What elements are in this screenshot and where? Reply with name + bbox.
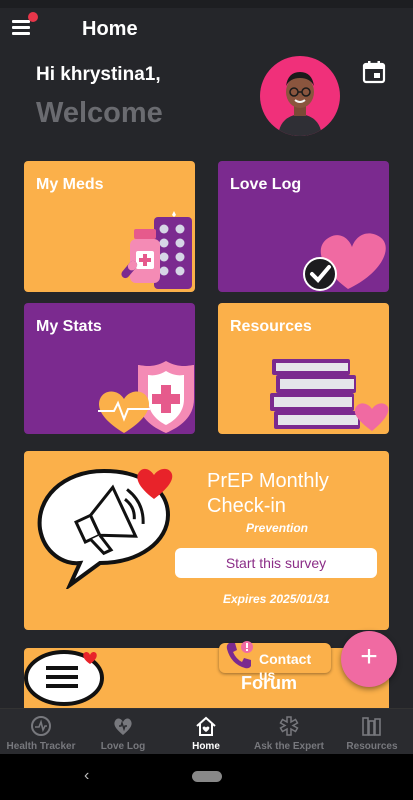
megaphone-icon	[37, 468, 173, 589]
contact-us-button[interactable]: Contact us	[219, 641, 331, 683]
nav-love-log-label: Love Log	[100, 741, 146, 752]
love-log-heart-icon	[114, 718, 132, 735]
plus-icon: +	[360, 640, 378, 673]
nav-home[interactable]: Home	[165, 709, 247, 755]
nav-love-log[interactable]: Love Log	[82, 709, 164, 755]
greeting-text: Hi khrystina1,	[36, 64, 161, 85]
nav-health-tracker[interactable]: Health Tracker	[0, 709, 82, 755]
notification-dot	[28, 12, 38, 22]
hamburger-menu-icon[interactable]	[10, 12, 38, 40]
bottom-navigation: Health Tracker Love Log Home Ask the Exp…	[0, 708, 413, 754]
add-button[interactable]: +	[341, 631, 397, 687]
survey-title: PrEP Monthly Check-in	[207, 470, 329, 517]
contact-us-label: Contact us	[259, 651, 312, 683]
heart-check-icon	[303, 233, 386, 291]
tile-resources-label: Resources	[230, 318, 312, 335]
status-bar	[0, 0, 413, 8]
medical-caduceus-icon	[279, 716, 299, 736]
back-chevron-icon[interactable]: ‹	[84, 767, 89, 785]
home-pill-icon[interactable]	[192, 771, 222, 782]
nav-ask-the-expert-label: Ask the Expert	[253, 741, 325, 752]
books-icon	[270, 359, 389, 431]
medicine-bottle-icon	[121, 211, 192, 289]
system-navigation-bar: ‹	[0, 754, 413, 800]
calendar-icon[interactable]	[362, 60, 386, 84]
nav-resources-label: Resources	[346, 741, 398, 752]
phone-alert-icon	[226, 641, 253, 669]
health-shield-icon	[98, 361, 194, 433]
resources-books-icon	[362, 717, 381, 736]
survey-expiry: Expires 2025/01/31	[223, 592, 330, 606]
home-heart-icon	[196, 716, 216, 736]
page-title: Home	[82, 18, 138, 40]
tile-my-stats[interactable]: My Stats	[24, 303, 195, 434]
app-header: Home	[0, 8, 413, 52]
tile-my-meds[interactable]: My Meds	[24, 161, 195, 292]
start-survey-button[interactable]: Start this survey	[175, 548, 377, 578]
nav-ask-the-expert[interactable]: Ask the Expert	[248, 709, 330, 755]
nav-resources[interactable]: Resources	[331, 709, 413, 755]
forum-card[interactable]: Forum	[24, 648, 389, 708]
tile-my-stats-label: My Stats	[36, 318, 102, 335]
nav-home-label: Home	[192, 741, 220, 752]
chat-bubble-icon	[24, 650, 104, 706]
tile-love-log-label: Love Log	[230, 176, 302, 193]
survey-subtitle: Prevention	[246, 521, 309, 535]
welcome-text: Welcome	[36, 97, 163, 129]
tile-my-meds-label: My Meds	[36, 176, 104, 193]
health-tracker-icon	[31, 716, 51, 736]
survey-card[interactable]: PrEP Monthly Check-in Prevention Start t…	[24, 451, 389, 630]
avatar[interactable]	[260, 56, 340, 136]
tile-love-log[interactable]: Love Log	[218, 161, 389, 292]
tile-resources[interactable]: Resources	[218, 303, 389, 434]
nav-health-tracker-label: Health Tracker	[6, 741, 76, 752]
